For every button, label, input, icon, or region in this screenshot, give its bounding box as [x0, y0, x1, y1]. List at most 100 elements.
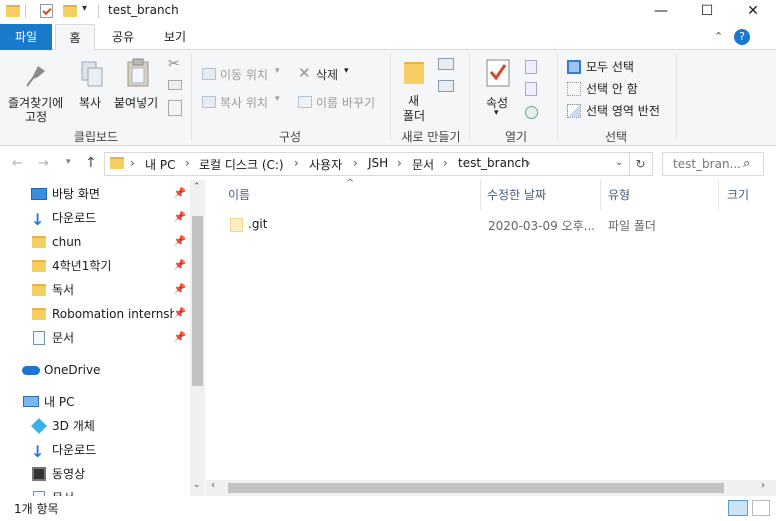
recent-locations-icon[interactable]: ▾ [66, 157, 71, 167]
search-icon[interactable]: ⌕ [743, 156, 750, 171]
horizontal-scrollbar[interactable]: ‹ › [206, 480, 776, 496]
breadcrumb-test-branch[interactable]: test_branch [458, 156, 529, 170]
pin-icon[interactable]: 📌 [174, 230, 186, 254]
table-row[interactable]: .git 2020-03-09 오후... 파일 폴더 [206, 213, 766, 237]
nav-scroll-thumb[interactable] [192, 216, 203, 386]
cut-icon[interactable]: ✂ [168, 56, 180, 72]
pin-to-quick-access-label-2[interactable]: 고정 [25, 108, 47, 125]
breadcrumb-this-pc[interactable]: 내 PC [145, 156, 175, 173]
column-divider[interactable] [718, 180, 719, 210]
easy-access-icon[interactable] [438, 80, 454, 92]
copy-path-icon[interactable] [168, 80, 182, 90]
pin-icon[interactable]: 📌 [174, 182, 186, 206]
address-dropdown-icon[interactable]: ⌄ [615, 157, 623, 168]
new-folder-qat-icon[interactable] [63, 5, 77, 17]
column-header-name[interactable]: 이름 [228, 186, 250, 203]
horizontal-scroll-thumb[interactable] [228, 483, 724, 493]
nav-item-pc-downloads[interactable]: ↓ 다운로드 [0, 438, 190, 462]
file-modified: 2020-03-09 오후... [488, 219, 596, 233]
new-item-icon[interactable] [438, 58, 454, 70]
details-view-icon[interactable] [728, 500, 748, 516]
column-header-type[interactable]: 유형 [608, 186, 630, 203]
tab-home[interactable]: 홈 [55, 24, 95, 51]
nav-item-videos[interactable]: 동영상 [0, 462, 190, 486]
nav-item-downloads[interactable]: ↓ 다운로드 📌 [0, 206, 190, 230]
pin-icon[interactable]: 📌 [174, 326, 186, 350]
pin-icon[interactable]: 📌 [174, 254, 186, 278]
refresh-button[interactable]: ↻ [629, 152, 653, 176]
open-icon[interactable] [525, 60, 537, 74]
paste-button[interactable]: 붙여넣기 [114, 94, 158, 111]
rename-button[interactable]: 이름 바꾸기 [316, 94, 375, 111]
breadcrumb-local-disk[interactable]: 로컬 디스크 (C:) [199, 156, 284, 173]
back-arrow-icon[interactable]: ← [12, 156, 23, 171]
scroll-left-icon[interactable]: ‹ [211, 480, 215, 491]
select-none-button[interactable]: 선택 안 함 [586, 80, 638, 97]
nav-item-reading[interactable]: 독서 📌 [0, 278, 190, 302]
breadcrumb-separator: › [185, 156, 190, 170]
large-icons-view-icon[interactable] [752, 500, 770, 516]
pin-icon[interactable]: 📌 [174, 302, 186, 326]
copy-button[interactable]: 복사 [79, 94, 101, 111]
history-icon[interactable] [525, 106, 538, 119]
column-divider[interactable] [600, 180, 601, 210]
folder-icon [32, 308, 46, 320]
copy-to-button[interactable]: 복사 위치 [220, 94, 268, 111]
tab-view[interactable]: 보기 [155, 24, 195, 50]
close-button[interactable]: ✕ [730, 0, 776, 22]
move-to-button[interactable]: 이동 위치 [220, 66, 268, 83]
column-header-size[interactable]: 크기 [727, 186, 749, 203]
select-all-button[interactable]: 모두 선택 [586, 58, 634, 75]
nav-item-semester[interactable]: 4학년1학기 📌 [0, 254, 190, 278]
window-title: test_branch [108, 3, 179, 17]
forward-arrow-icon[interactable]: → [38, 156, 49, 171]
new-folder-label-2[interactable]: 폴더 [403, 107, 425, 124]
nav-item-documents[interactable]: 문서 📌 [0, 326, 190, 350]
title-bar: ▾ test_branch — ☐ ✕ [0, 0, 776, 22]
clipboard-group-label: 클립보드 [73, 130, 119, 144]
up-arrow-icon[interactable]: ↑ [85, 155, 97, 171]
pin-icon[interactable]: 📌 [174, 278, 186, 302]
folder-icon [110, 157, 124, 169]
column-divider[interactable] [480, 180, 481, 210]
chevron-down-icon: ▾ [494, 108, 499, 118]
properties-qat-icon[interactable] [40, 4, 53, 18]
nav-item-pc-documents[interactable]: 문서 [0, 486, 190, 496]
column-header-modified[interactable]: 수정한 날짜 [487, 186, 546, 203]
divider [98, 4, 99, 18]
video-icon [32, 467, 46, 481]
file-type: 파일 폴더 [608, 219, 656, 233]
edit-icon[interactable] [525, 82, 537, 96]
nav-item-3d-objects[interactable]: 3D 개체 [0, 414, 190, 438]
minimize-button[interactable]: — [638, 0, 684, 22]
breadcrumb-jsh[interactable]: JSH [368, 156, 388, 170]
nav-scrollbar[interactable]: ⌃ ⌄ [190, 180, 205, 496]
paste-shortcut-icon[interactable] [168, 100, 182, 116]
scroll-down-icon[interactable]: ⌄ [193, 480, 201, 490]
maximize-button[interactable]: ☐ [684, 0, 730, 22]
status-bar: 1개 항목 [0, 496, 776, 521]
collapse-ribbon-icon[interactable]: ⌃ [714, 30, 723, 43]
search-box[interactable]: test_bran... ⌕ [662, 152, 764, 176]
scroll-right-icon[interactable]: › [761, 480, 765, 491]
invert-selection-button[interactable]: 선택 영역 반전 [586, 102, 660, 119]
group-divider [390, 54, 391, 140]
nav-item-this-pc[interactable]: 내 PC [0, 390, 190, 414]
breadcrumb-users[interactable]: 사용자 [309, 156, 342, 173]
pin-icon[interactable]: 📌 [174, 206, 186, 230]
delete-button[interactable]: 삭제 [316, 66, 338, 83]
customize-qat-icon[interactable]: ▾ [82, 3, 87, 14]
nav-item-onedrive[interactable]: OneDrive [0, 358, 190, 382]
nav-item-robomation[interactable]: Robomation internship 📌 [0, 302, 190, 326]
tab-share[interactable]: 공유 [103, 24, 143, 50]
nav-label: 다운로드 [52, 443, 97, 457]
folder-icon [32, 284, 46, 296]
address-bar[interactable]: › 내 PC › 로컬 디스크 (C:) › 사용자 › JSH › 문서 › … [104, 152, 630, 176]
help-icon[interactable]: ? [734, 29, 750, 45]
nav-item-chun[interactable]: chun 📌 [0, 230, 190, 254]
navigation-pane: 바탕 화면 📌 ↓ 다운로드 📌 chun 📌 4학년1학기 📌 독서 📌 Ro… [0, 180, 205, 496]
breadcrumb-documents[interactable]: 문서 [412, 156, 434, 173]
scroll-up-icon[interactable]: ⌃ [193, 182, 201, 192]
nav-item-desktop[interactable]: 바탕 화면 📌 [0, 182, 190, 206]
tab-file[interactable]: 파일 [0, 24, 52, 50]
